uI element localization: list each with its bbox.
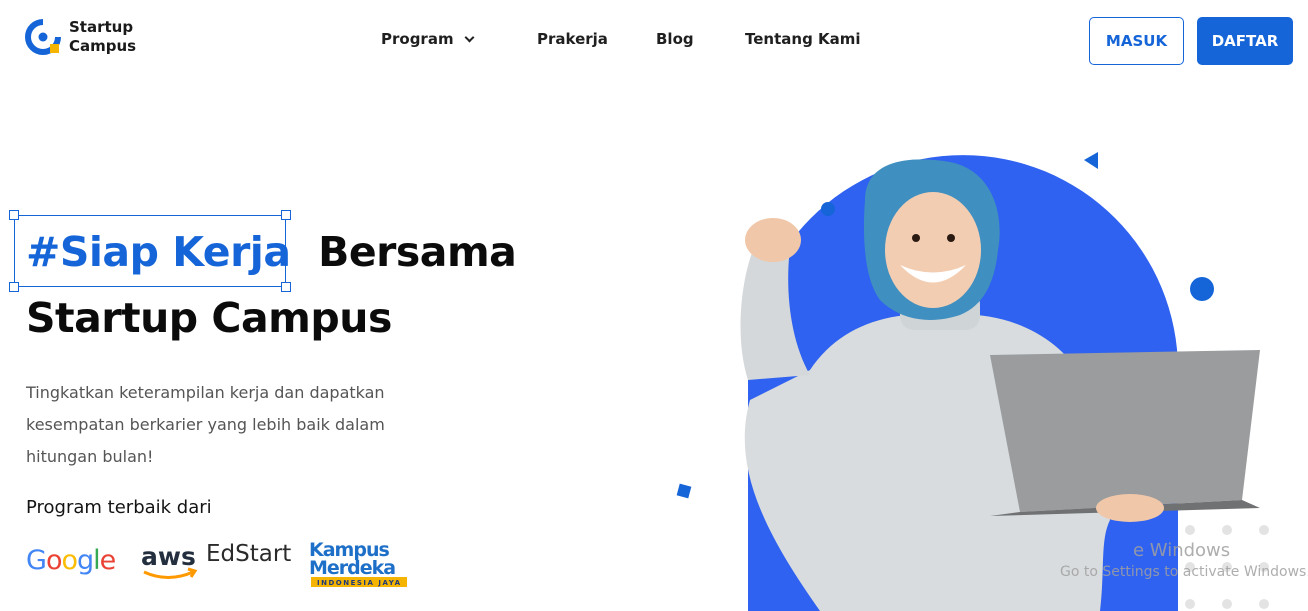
headline-line2: Startup Campus bbox=[26, 294, 392, 342]
login-button[interactable]: MASUK bbox=[1089, 17, 1184, 65]
medium-dot bbox=[1190, 277, 1214, 301]
svg-text:INDONESIA JAYA: INDONESIA JAYA bbox=[317, 579, 402, 587]
headline-highlight: #Siap Kerja bbox=[26, 228, 291, 276]
svg-text:Merdeka: Merdeka bbox=[309, 557, 395, 579]
chevron-down-icon bbox=[464, 32, 475, 43]
svg-text:aws: aws bbox=[141, 542, 196, 571]
nav-item-blog[interactable]: Blog bbox=[656, 30, 694, 48]
brand-name-line1: Startup bbox=[69, 18, 134, 36]
aws-logo: aws bbox=[141, 541, 199, 587]
program-label: Program terbaik dari bbox=[26, 497, 212, 518]
kampus-merdeka-logo: Kampus Merdeka INDONESIA JAYA bbox=[309, 537, 413, 593]
google-logo: Google bbox=[26, 545, 116, 576]
register-button[interactable]: DAFTAR bbox=[1197, 17, 1293, 65]
activation-watermark-text: Go to Settings to activate Windows. bbox=[1060, 564, 1308, 580]
edstart-logo: EdStart bbox=[206, 541, 292, 567]
resize-handle-top-left[interactable] bbox=[9, 210, 19, 220]
startup-campus-logo-icon bbox=[25, 19, 61, 55]
headline-rest: Bersama bbox=[318, 228, 517, 276]
brand-name: Startup Campus bbox=[69, 18, 136, 56]
hero-headline: #Siap Kerja Bersama Startup Campus bbox=[26, 219, 517, 351]
triangle-shape bbox=[1084, 152, 1098, 169]
nav-item-label: Program bbox=[381, 30, 454, 48]
nav-item-tentang-kami[interactable]: Tentang Kami bbox=[745, 30, 861, 48]
small-dot bbox=[821, 202, 835, 216]
small-square bbox=[676, 483, 692, 499]
hero-description: Tingkatkan keterampilan kerja dan dapatk… bbox=[26, 383, 385, 466]
site-header: Startup Campus Program Prakerja Blog Ten… bbox=[0, 0, 1308, 82]
brand-logo[interactable]: Startup Campus bbox=[25, 18, 136, 56]
nav-item-program[interactable]: Program bbox=[381, 30, 475, 48]
activation-watermark-title: e Windows bbox=[1133, 540, 1231, 561]
nav-item-prakerja[interactable]: Prakerja bbox=[537, 30, 608, 48]
brand-name-line2: Campus bbox=[69, 37, 137, 55]
resize-handle-bottom-left[interactable] bbox=[9, 282, 19, 292]
